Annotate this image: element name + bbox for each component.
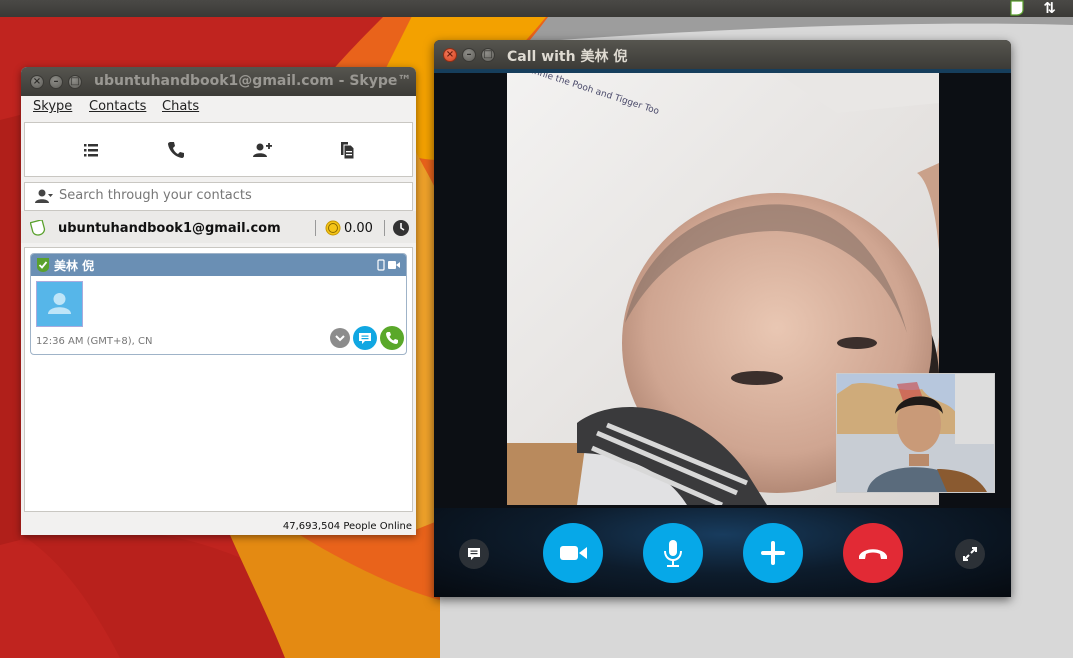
maximize-button[interactable]: □ bbox=[68, 75, 82, 89]
video-toggle-button[interactable] bbox=[543, 523, 603, 583]
titlebar: × – □ ubuntuhandbook1@gmail.com - Skype™ bbox=[21, 67, 416, 96]
chat-icon bbox=[359, 333, 371, 344]
network-icon[interactable]: ⇅ bbox=[1043, 0, 1056, 17]
contact-search bbox=[24, 182, 413, 211]
add-contact-icon[interactable] bbox=[252, 140, 272, 160]
menu-contacts[interactable]: Contacts bbox=[89, 99, 146, 114]
contact-list: 美林 倪 12:36 AM (GMT+8), CN bbox=[24, 247, 413, 512]
chat-button[interactable] bbox=[353, 326, 377, 350]
call-window: × – □ Call with 美林 倪 Winnie the Pooh and… bbox=[434, 40, 1011, 597]
avatar[interactable] bbox=[36, 281, 83, 327]
account-bar: ubuntuhandbook1@gmail.com 0.00 bbox=[21, 211, 416, 243]
contact-local-time: 12:36 AM (GMT+8), CN bbox=[36, 336, 153, 347]
hang-up-icon bbox=[859, 549, 887, 559]
phone-icon bbox=[386, 332, 398, 344]
mobile-video-icon bbox=[377, 259, 400, 271]
clock-icon[interactable] bbox=[392, 219, 410, 237]
menubar: Skype Contacts Chats bbox=[21, 96, 416, 119]
separator bbox=[384, 220, 385, 236]
add-participant-button[interactable] bbox=[743, 523, 803, 583]
self-video-image bbox=[837, 374, 994, 492]
list-item[interactable]: 美林 倪 12:36 AM (GMT+8), CN bbox=[30, 253, 407, 355]
online-status-icon[interactable] bbox=[30, 220, 46, 236]
contact-name: 美林 倪 bbox=[54, 259, 95, 273]
close-button[interactable]: × bbox=[443, 48, 457, 62]
skype-credit-icon[interactable] bbox=[325, 220, 341, 236]
video-camera-icon bbox=[560, 546, 587, 560]
window-title: ubuntuhandbook1@gmail.com - Skype™ bbox=[94, 73, 412, 89]
top-panel: ⇅ bbox=[0, 0, 1073, 17]
chevron-down-icon bbox=[335, 335, 345, 342]
menu-skype[interactable]: Skype bbox=[33, 99, 72, 114]
search-input[interactable] bbox=[59, 186, 399, 205]
documents-icon[interactable] bbox=[337, 140, 357, 160]
self-video-preview[interactable] bbox=[836, 373, 995, 493]
online-check-icon bbox=[37, 258, 49, 272]
close-button[interactable]: × bbox=[30, 75, 44, 89]
fullscreen-button[interactable] bbox=[955, 539, 985, 569]
call-controls bbox=[434, 508, 1011, 597]
maximize-button[interactable]: □ bbox=[481, 48, 495, 62]
hang-up-button[interactable] bbox=[843, 523, 903, 583]
list-icon[interactable] bbox=[81, 140, 101, 160]
call-contact-button[interactable] bbox=[380, 326, 404, 350]
contact-header[interactable]: 美林 倪 bbox=[31, 254, 406, 276]
credit-balance[interactable]: 0.00 bbox=[344, 221, 373, 236]
minimize-button[interactable]: – bbox=[49, 75, 63, 89]
skype-main-window: × – □ ubuntuhandbook1@gmail.com - Skype™… bbox=[21, 67, 416, 535]
microphone-icon bbox=[664, 540, 682, 567]
phone-icon[interactable] bbox=[166, 140, 186, 160]
mute-button[interactable] bbox=[643, 523, 703, 583]
minimize-button[interactable]: – bbox=[462, 48, 476, 62]
contact-search-icon bbox=[35, 189, 53, 203]
separator bbox=[315, 220, 316, 236]
expand-icon bbox=[963, 547, 977, 561]
more-options-button[interactable] bbox=[330, 328, 350, 348]
avatar-placeholder-icon bbox=[48, 293, 71, 314]
people-online-status: 47,693,504 People Online bbox=[282, 521, 412, 532]
toolbar bbox=[24, 122, 413, 177]
plus-icon bbox=[761, 541, 785, 565]
chat-icon bbox=[468, 548, 480, 560]
menu-chats[interactable]: Chats bbox=[162, 99, 199, 114]
window-title: Call with 美林 倪 bbox=[507, 49, 628, 65]
skype-tray-icon[interactable] bbox=[1008, 0, 1026, 16]
titlebar: × – □ Call with 美林 倪 bbox=[434, 40, 1011, 69]
show-chat-button[interactable] bbox=[459, 539, 489, 569]
account-name[interactable]: ubuntuhandbook1@gmail.com bbox=[58, 221, 281, 236]
